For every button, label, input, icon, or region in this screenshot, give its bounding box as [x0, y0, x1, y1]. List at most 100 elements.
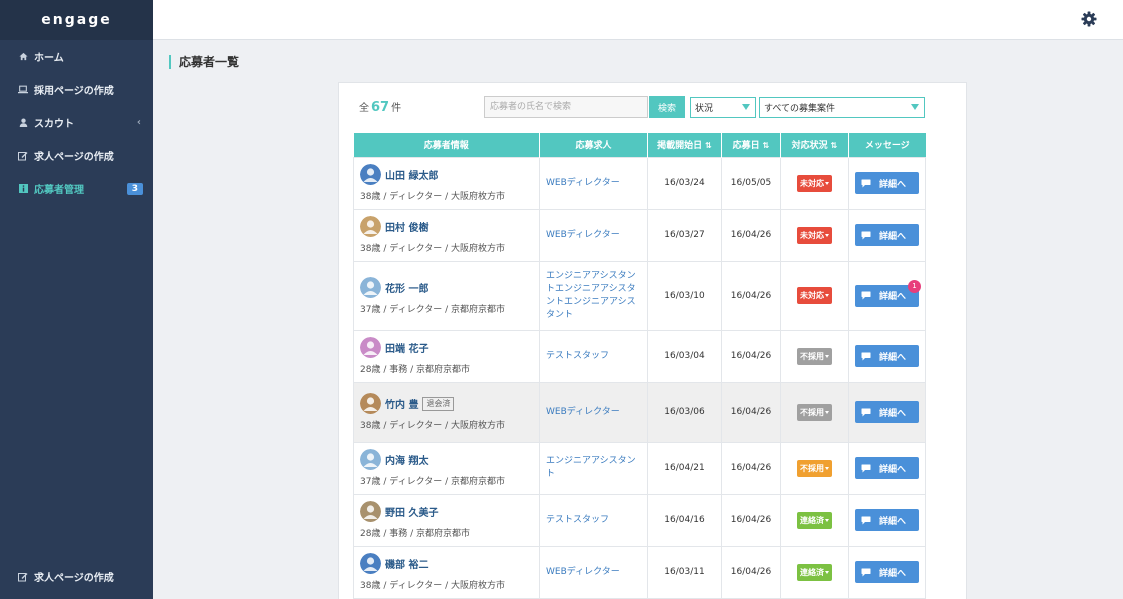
sidebar-item-job-page[interactable]: 求人ページの作成 [0, 139, 153, 172]
sort-icon[interactable]: ⇅ [763, 141, 770, 150]
status-select[interactable]: 状況 [690, 97, 756, 118]
header-applied-date[interactable]: 応募日 ⇅ [721, 133, 781, 157]
table-row[interactable]: 山田 緑太郎 38歳 / ディレクター / 大阪府枚方市 WEBディレクター 1… [353, 156, 926, 210]
avatar [360, 337, 381, 358]
table-row[interactable]: 田村 俊樹 38歳 / ディレクター / 大阪府枚方市 WEBディレクター 16… [353, 208, 926, 262]
gear-icon[interactable] [1081, 11, 1097, 27]
caret-down-icon [825, 570, 829, 574]
edit-icon [17, 572, 29, 582]
table-row[interactable]: 磯部 裕二 38歳 / ディレクター / 大阪府枚方市 WEBディレクター 16… [353, 545, 926, 599]
sidebar-item-scout[interactable]: スカウト ‹ [0, 106, 153, 139]
table-row[interactable]: 花形 一郎 37歳 / ディレクター / 京都府京都市 エンジニアアシスタントエ… [353, 260, 926, 331]
detail-button[interactable]: 詳細へ [855, 345, 919, 367]
job-cell: WEBディレクター [539, 381, 648, 443]
detail-button[interactable]: 詳細へ [855, 224, 919, 246]
sidebar-item-label: スカウト [34, 119, 74, 130]
info-icon [17, 184, 29, 193]
job-cell: WEBディレクター [539, 156, 648, 210]
applicant-details: 38歳 / ディレクター / 大阪府枚方市 [360, 244, 505, 254]
caret-down-icon [825, 410, 829, 414]
applied-date-cell: 16/04/26 [721, 208, 781, 262]
sidebar-item-job-page-bottom[interactable]: 求人ページの作成 [0, 560, 153, 593]
detail-button[interactable]: 詳細へ [855, 401, 919, 423]
search-input[interactable] [484, 96, 648, 118]
avatar [360, 216, 381, 237]
applied-date-cell: 16/04/26 [721, 260, 781, 331]
status-dropdown[interactable]: 未対応 [797, 174, 832, 192]
start-date-cell: 16/03/11 [647, 545, 722, 599]
status-dropdown[interactable]: 未対応 [797, 287, 832, 304]
table-row[interactable]: 内海 翔太 37歳 / ディレクター / 京都府京都市 エンジニアアシスタント … [353, 441, 926, 495]
brand-logo[interactable]: engage [0, 0, 153, 40]
applicant-name-link[interactable]: 田村 俊樹 [385, 219, 428, 234]
job-link[interactable]: エンジニアアシスタント [546, 456, 636, 479]
detail-button[interactable]: 詳細へ [855, 172, 919, 194]
applicant-name-link[interactable]: 竹内 豊 [385, 396, 418, 411]
status-dropdown[interactable]: 不採用 [797, 459, 832, 477]
applicant-info-cell: 田端 花子 28歳 / 事務 / 京都府京都市 [353, 329, 540, 383]
job-link[interactable]: テストスタッフ [546, 351, 609, 361]
jobs-select[interactable]: すべての募集案件 [759, 97, 925, 118]
job-cell: エンジニアアシスタント [539, 441, 648, 495]
avatar [360, 393, 381, 414]
detail-button[interactable]: 詳細へ [855, 457, 919, 479]
table-row[interactable]: 野田 久美子 28歳 / 事務 / 京都府京都市 テストスタッフ 16/04/1… [353, 493, 926, 547]
withdrawn-tag: 退会済 [422, 396, 455, 411]
header-status[interactable]: 対応状況 ⇅ [780, 133, 849, 157]
status-dropdown[interactable]: 未対応 [797, 226, 832, 244]
sidebar-item-recruit-page[interactable]: 採用ページの作成 [0, 73, 153, 106]
detail-button[interactable]: 詳細へ [855, 509, 919, 531]
status-label: 不採用 [800, 407, 824, 417]
caret-down-icon [825, 233, 829, 237]
status-label: 連絡済 [800, 515, 824, 525]
status-dropdown[interactable]: 連絡済 [797, 563, 832, 581]
header-label: 掲載開始日 [657, 141, 703, 152]
sort-icon[interactable]: ⇅ [705, 141, 712, 150]
message-cell: 詳細へ [848, 493, 926, 547]
status-dropdown[interactable]: 不採用 [797, 347, 832, 365]
applicant-name-link[interactable]: 野田 久美子 [385, 504, 438, 519]
count-prefix: 全 [359, 103, 369, 114]
applicant-name-link[interactable]: 花形 一郎 [385, 280, 428, 295]
job-link[interactable]: WEBディレクター [546, 407, 620, 417]
applicant-details: 37歳 / ディレクター / 京都府京都市 [360, 477, 505, 487]
sidebar-item-applicants[interactable]: 応募者管理 3 [0, 172, 153, 205]
header-applicant-info: 応募者情報 [353, 133, 540, 157]
job-link[interactable]: エンジニアアシスタントエンジニアアシスタントエンジニアアシスタント [546, 271, 636, 320]
detail-label: 詳細へ [879, 352, 907, 363]
sidebar-item-home[interactable]: ホーム [0, 40, 153, 73]
applicant-info-cell: 野田 久美子 28歳 / 事務 / 京都府京都市 [353, 493, 540, 547]
sidebar: engage ホーム 採用ページの作成 スカウト ‹ 求人ページの作成 応募者管… [0, 0, 153, 599]
applied-date-cell: 16/04/26 [721, 441, 781, 495]
job-link[interactable]: WEBディレクター [546, 178, 620, 188]
detail-label: 詳細へ [879, 179, 907, 190]
sort-icon[interactable]: ⇅ [831, 141, 838, 150]
job-link[interactable]: テストスタッフ [546, 515, 609, 525]
applicants-panel: 全67件 検索 状況 すべての募集案件 応募者情報 応募求人 掲載開始日⇅ 応募… [338, 82, 967, 599]
applicant-name-link[interactable]: 田端 花子 [385, 340, 428, 355]
status-dropdown[interactable]: 連絡済 [797, 511, 832, 529]
detail-label: 詳細へ [879, 464, 907, 475]
header-label: 応募求人 [575, 141, 612, 152]
status-dropdown[interactable]: 不採用 [797, 403, 832, 421]
status-label: 不採用 [800, 351, 824, 361]
header-job: 応募求人 [539, 133, 648, 157]
applicant-details: 38歳 / ディレクター / 大阪府枚方市 [360, 581, 505, 591]
start-date-cell: 16/04/21 [647, 441, 722, 495]
applicant-name-link[interactable]: 磯部 裕二 [385, 556, 428, 571]
table-row[interactable]: 田端 花子 28歳 / 事務 / 京都府京都市 テストスタッフ 16/03/04… [353, 329, 926, 383]
search-button[interactable]: 検索 [649, 96, 685, 118]
job-link[interactable]: WEBディレクター [546, 230, 620, 240]
job-cell: WEBディレクター [539, 208, 648, 262]
detail-label: 詳細へ [879, 231, 907, 242]
job-link[interactable]: WEBディレクター [546, 567, 620, 577]
applicant-info-cell: 磯部 裕二 38歳 / ディレクター / 大阪府枚方市 [353, 545, 540, 599]
table-row[interactable]: 竹内 豊退会済 38歳 / ディレクター / 大阪府枚方市 WEBディレクター … [353, 381, 926, 443]
header-label: 対応状況 [791, 141, 828, 152]
header-start-date[interactable]: 掲載開始日 ⇅ [647, 133, 722, 157]
applicant-name-line: 田端 花子 [360, 337, 533, 358]
applicant-info-cell: 竹内 豊退会済 38歳 / ディレクター / 大阪府枚方市 [353, 381, 540, 443]
applicant-name-link[interactable]: 内海 翔太 [385, 452, 428, 467]
applicant-name-link[interactable]: 山田 緑太郎 [385, 167, 438, 182]
detail-button[interactable]: 詳細へ [855, 561, 919, 583]
